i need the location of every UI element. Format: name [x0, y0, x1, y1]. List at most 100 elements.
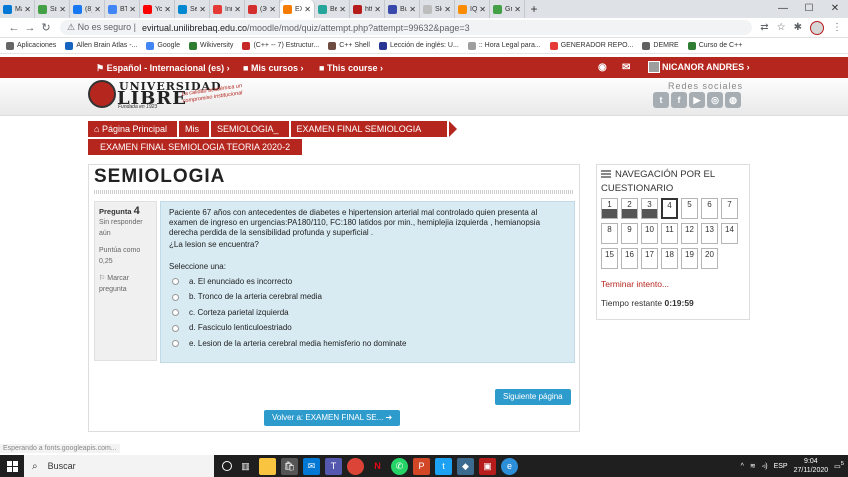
tab-close-icon[interactable]: ✕	[444, 5, 451, 14]
file-explorer-icon[interactable]	[259, 457, 276, 475]
tab-close-icon[interactable]: ✕	[164, 5, 171, 14]
question-nav-button[interactable]: 13	[701, 223, 718, 244]
messages-icon[interactable]: ✉	[622, 62, 630, 73]
question-nav-button[interactable]: 12	[681, 223, 698, 244]
question-nav-button[interactable]: 10	[641, 223, 658, 244]
tab-close-icon[interactable]: ✕	[339, 5, 346, 14]
tab-close-icon[interactable]: ✕	[94, 5, 101, 14]
tab-close-icon[interactable]: ✕	[479, 5, 486, 14]
menu-icon[interactable]: ⋮	[832, 22, 842, 33]
bookmark-item[interactable]: GENERADOR REPO...	[549, 41, 633, 50]
question-nav-button[interactable]: 2	[621, 198, 638, 219]
breadcrumb-exam[interactable]: EXAMEN FINAL SEMIOLOGIA	[290, 121, 448, 137]
back-icon[interactable]: ←	[6, 22, 22, 34]
bookmark-item[interactable]: DEMRE	[642, 41, 679, 50]
answer-option[interactable]: e. Lesion de la arteria cerebral media h…	[169, 336, 566, 352]
question-nav-button[interactable]: 7	[721, 198, 738, 219]
web-icon[interactable]: ◍	[725, 92, 741, 108]
notifications-icon[interactable]: ◉	[598, 62, 607, 73]
url-input[interactable]: ⚠ No es seguro | evirtual.unilibrebaq.ed…	[60, 20, 753, 35]
tray-chevron-icon[interactable]: ^	[741, 463, 744, 470]
close-window-icon[interactable]: ✕	[822, 0, 848, 18]
netflix-icon[interactable]: N	[369, 458, 386, 475]
question-nav-button[interactable]: 5	[681, 198, 698, 219]
language-indicator[interactable]: ESP	[774, 463, 788, 470]
browser-tab[interactable]: (8) F✕	[70, 0, 105, 18]
browser-tab[interactable]: Buc✕	[385, 0, 420, 18]
answer-option[interactable]: c. Corteza parietal izquierda	[169, 305, 566, 321]
bookmark-item[interactable]: C++ Shell	[328, 41, 370, 50]
store-icon[interactable]: 🛍	[281, 457, 298, 475]
cortana-icon[interactable]	[222, 461, 232, 471]
browser-tab[interactable]: IQ C✕	[455, 0, 490, 18]
answer-option[interactable]: d. Fasciculo lenticuloestriado	[169, 321, 566, 337]
tab-close-icon[interactable]: ✕	[234, 5, 241, 14]
mail-app-icon[interactable]: ✉	[303, 457, 320, 475]
flag-question[interactable]: ⚐ Marcar pregunta	[99, 273, 152, 295]
question-nav-button[interactable]: 19	[681, 248, 698, 269]
browser-tab[interactable]: http✕	[350, 0, 385, 18]
this-course-menu[interactable]: ■ This course ›	[319, 63, 383, 73]
bookmark-item[interactable]: Wikiversity	[188, 41, 233, 50]
browser-tab[interactable]: Slee✕	[420, 0, 455, 18]
answer-radio[interactable]	[172, 324, 179, 332]
question-nav-button[interactable]: 3	[641, 198, 658, 219]
my-courses-menu[interactable]: ■ Mis cursos ›	[243, 63, 303, 73]
breadcrumb-home[interactable]: ⌂ Página Principal	[88, 121, 177, 137]
breadcrumb-exam-part[interactable]: EXAMEN FINAL SEMIOLOGIA TEORIA 2020-2	[88, 139, 303, 155]
tab-close-icon[interactable]: ✕	[199, 5, 206, 14]
question-nav-button[interactable]: 20	[701, 248, 718, 269]
tab-close-icon[interactable]: ✕	[59, 5, 66, 14]
taskbar-search[interactable]: ⌕ Buscar	[24, 455, 214, 477]
powerpoint-icon[interactable]: P	[413, 457, 430, 475]
answer-radio[interactable]	[172, 293, 179, 301]
minimize-icon[interactable]: —	[770, 0, 796, 18]
forward-icon[interactable]: →	[22, 22, 38, 34]
edge-icon[interactable]: e	[501, 457, 518, 475]
university-seal-icon[interactable]	[88, 80, 116, 108]
browser-tab[interactable]: You✕	[140, 0, 175, 18]
browser-tab[interactable]: (30)✕	[245, 0, 280, 18]
end-attempt-link[interactable]: Terminar intento...	[601, 279, 669, 289]
reload-icon[interactable]: ↻	[38, 21, 54, 34]
browser-tab[interactable]: Sexi✕	[175, 0, 210, 18]
question-nav-button[interactable]: 16	[621, 248, 638, 269]
bookmark-item[interactable]: Aplicaciones	[6, 41, 56, 50]
question-nav-button[interactable]: 4	[661, 198, 678, 219]
browser-tab[interactable]: Bele✕	[315, 0, 350, 18]
question-nav-button[interactable]: 9	[621, 223, 638, 244]
whatsapp-icon[interactable]: ✆	[391, 457, 408, 475]
bookmark-item[interactable]: Curso de C++	[687, 41, 742, 50]
tab-close-icon[interactable]: ✕	[129, 5, 136, 14]
translate-icon[interactable]: ⇄	[760, 22, 768, 33]
browser-tab[interactable]: BTC✕	[105, 0, 140, 18]
language-menu[interactable]: ⚑ Español - Internacional (es) ›	[96, 63, 230, 74]
clock[interactable]: 9:04 27/11/2020	[794, 457, 829, 475]
bookmark-item[interactable]: Google	[146, 41, 180, 50]
question-nav-button[interactable]: 6	[701, 198, 718, 219]
next-page-button[interactable]: Siguiente página	[495, 389, 571, 405]
new-tab-button[interactable]: +	[525, 0, 543, 18]
twitter-app-icon[interactable]: t	[435, 457, 452, 475]
browser-tab[interactable]: Inici✕	[210, 0, 245, 18]
tab-close-icon[interactable]: ✕	[24, 5, 31, 14]
question-nav-button[interactable]: 14	[721, 223, 738, 244]
tab-close-icon[interactable]: ✕	[374, 5, 381, 14]
tab-close-icon[interactable]: ✕	[269, 5, 276, 14]
question-nav-button[interactable]: 15	[601, 248, 618, 269]
question-nav-button[interactable]: 8	[601, 223, 618, 244]
extensions-icon[interactable]: ✱	[794, 22, 802, 33]
tab-close-icon[interactable]: ✕	[409, 5, 416, 14]
bookmark-item[interactable]: Lección de inglés: U...	[378, 41, 459, 50]
back-to-exam-button[interactable]: Volver a: EXAMEN FINAL SE... ➔	[264, 410, 401, 426]
teams-icon[interactable]: T	[325, 457, 342, 475]
answer-radio[interactable]	[172, 278, 179, 286]
breadcrumb-course[interactable]: SEMIOLOGIA_	[210, 121, 289, 137]
browser-tab[interactable]: Mai✕	[0, 0, 35, 18]
tab-close-icon[interactable]: ✕	[514, 5, 521, 14]
question-nav-button[interactable]: 1	[601, 198, 618, 219]
facebook-icon[interactable]: f	[671, 92, 687, 108]
star-icon[interactable]: ☆	[777, 22, 786, 33]
task-view-icon[interactable]: ▥	[237, 458, 254, 475]
maximize-icon[interactable]: ☐	[796, 0, 822, 18]
